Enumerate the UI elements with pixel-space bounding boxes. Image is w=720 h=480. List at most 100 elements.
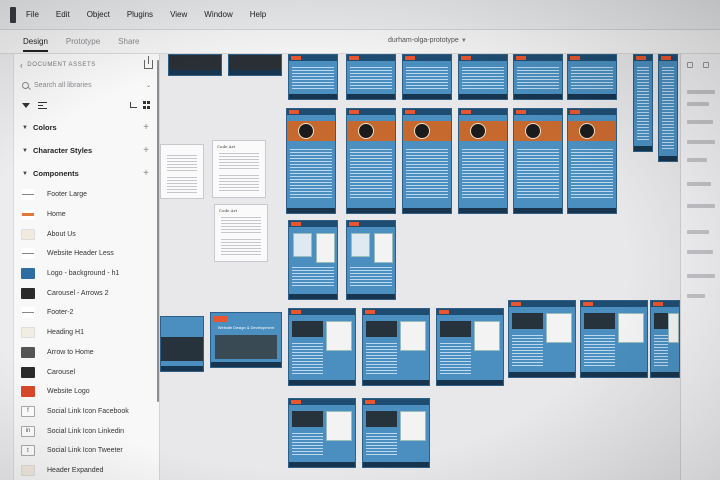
section-character-styles[interactable]: ▼ Character Styles + [14,139,159,162]
component-label: Website Logo [47,388,90,396]
component-item[interactable]: Website Header Less [14,244,159,264]
hero-artboard[interactable]: Website Design & Development [210,312,282,368]
wireframe-artboard[interactable]: Code Art [212,140,266,198]
menu-window[interactable]: Window [204,10,232,19]
component-item[interactable]: Website Logo [14,382,159,402]
chevron-down-icon[interactable]: ⌄ [146,82,151,89]
component-item[interactable]: in Social Link Icon Linkedin [14,421,159,441]
component-item[interactable]: Logo - background - h1 [14,264,159,284]
artboard[interactable] [286,108,336,214]
component-thumbnail [21,189,35,201]
artboard[interactable] [567,108,617,214]
wireframe-title: Code Art [219,208,238,213]
menu-view[interactable]: View [170,10,187,19]
component-label: Home [47,211,66,219]
component-item[interactable]: About Us [14,224,159,244]
artboard[interactable] [513,54,563,100]
menu-help[interactable]: Help [250,10,266,19]
component-thumbnail [21,248,35,260]
assets-header: ‹ DOCUMENT ASSETS [14,54,159,76]
tab-prototype[interactable]: Prototype [57,30,109,54]
search-input[interactable]: Search all libraries ⌄ [14,76,159,94]
caret-down-icon: ▼ [22,170,28,177]
grid-view-icon[interactable] [143,101,151,109]
design-canvas[interactable]: Code Art Code Art Website Design & Devel… [160,54,680,480]
artboard[interactable] [346,108,396,214]
section-components[interactable]: ▼ Components + [14,162,159,185]
component-label: Heading H1 [47,329,84,337]
sort-icon[interactable] [38,101,47,109]
wireframe-title: Code Art [217,144,236,149]
artboard[interactable] [567,54,617,100]
wireframe-artboard[interactable]: Code Art [214,204,268,262]
menu-object[interactable]: Object [87,10,110,19]
assets-scrollbar[interactable] [157,60,159,402]
menu-edit[interactable]: Edit [56,10,70,19]
filter-icon[interactable] [22,102,30,108]
artboard[interactable] [458,108,508,214]
component-item[interactable]: Heading H1 [14,323,159,343]
artboard[interactable] [346,54,396,100]
list-view-icon[interactable] [130,102,137,108]
artboard[interactable] [458,54,508,100]
artboard[interactable] [436,308,504,386]
component-label: Carousel [47,368,76,376]
component-label: Social Link Icon Tweeter [47,447,123,455]
artboard[interactable] [402,108,452,214]
artboard[interactable] [658,54,678,162]
add-color-icon[interactable]: + [143,122,149,133]
section-colors[interactable]: ▼ Colors + [14,116,159,139]
artboard[interactable] [362,398,430,468]
tab-design[interactable]: Design [14,30,57,54]
artboard[interactable] [288,308,356,386]
social-icon: in [21,425,35,437]
assets-panel: ‹ DOCUMENT ASSETS Search all libraries ⌄… [14,54,160,480]
add-component-icon[interactable]: + [143,168,149,179]
document-title[interactable]: durham-olga-prototype ▼ [388,37,467,44]
artboard[interactable] [288,398,356,468]
add-character-style-icon[interactable]: + [143,145,149,156]
component-item[interactable]: Footer Large [14,185,159,205]
component-item[interactable]: Arrow to Home [14,343,159,363]
component-label: Header Expanded [47,466,104,474]
artboard[interactable] [362,308,430,386]
artboard[interactable] [288,54,338,100]
artboard[interactable] [346,220,396,300]
component-thumbnail [21,346,35,358]
menu-file[interactable]: File [26,10,39,19]
component-item[interactable]: f Social Link Icon Facebook [14,402,159,422]
component-item[interactable]: Header Expanded [14,461,159,480]
component-item[interactable]: Home [14,205,159,225]
component-item[interactable]: Carousel [14,362,159,382]
artboard[interactable] [160,316,204,372]
artboard[interactable] [650,300,680,378]
artboard[interactable] [288,220,338,300]
artboard[interactable] [508,300,576,378]
wireframe-artboard[interactable] [160,144,204,199]
align-icon[interactable] [687,62,693,68]
artboard[interactable] [402,54,452,100]
share-icon[interactable] [144,56,153,69]
artboard[interactable] [580,300,648,378]
tab-share[interactable]: Share [109,30,148,54]
window-control-icon[interactable] [10,6,16,23]
component-thumbnail [21,386,35,398]
component-thumbnail [21,464,35,476]
component-label: About Us [47,230,76,238]
section-character-styles-label: Character Styles [32,146,93,155]
component-item[interactable]: t Social Link Icon Tweeter [14,441,159,461]
section-components-label: Components [32,169,79,178]
component-label: Logo - background - h1 [47,270,120,278]
component-item[interactable]: Footer-2 [14,303,159,323]
back-chevron-icon[interactable]: ‹ [20,61,23,70]
align-icon[interactable] [703,62,709,68]
artboard[interactable] [228,54,282,76]
artboard[interactable] [168,54,222,76]
menu-plugins[interactable]: Plugins [127,10,153,19]
component-item[interactable]: Carousel - Arrows 2 [14,283,159,303]
component-thumbnail [21,287,35,299]
artboard[interactable] [513,108,563,214]
artboard[interactable] [633,54,653,152]
document-title-text: durham-olga-prototype [388,37,459,44]
component-label: Arrow to Home [47,348,94,356]
